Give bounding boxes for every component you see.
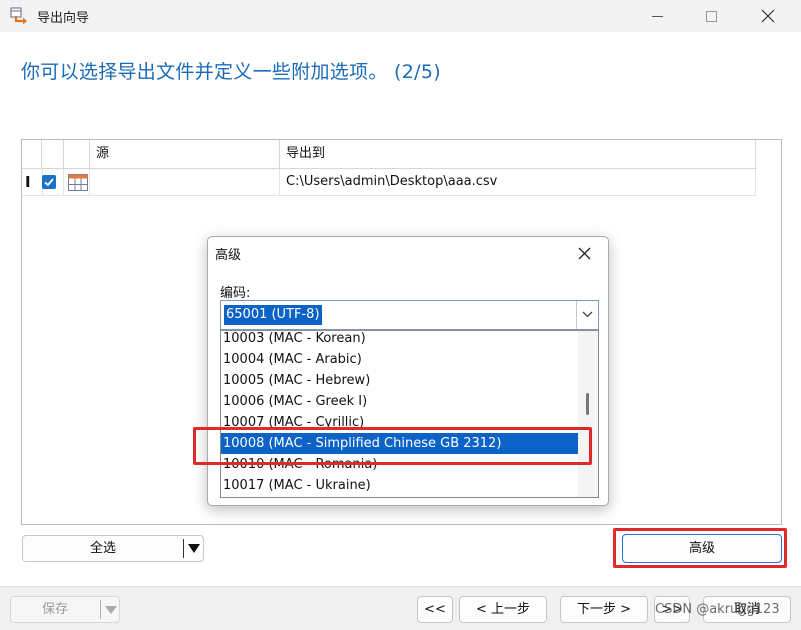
encoding-option-selected[interactable]: 10008 (MAC - Simplified Chinese GB 2312): [221, 433, 578, 454]
next-step-button[interactable]: 下一步 >: [560, 596, 648, 623]
dialog-close-button[interactable]: [578, 241, 591, 265]
source-cell[interactable]: [90, 169, 280, 195]
checkbox-header: [42, 140, 64, 168]
select-all-label: 全选: [89, 541, 116, 556]
save-button[interactable]: 保存: [10, 596, 120, 623]
scroll-thumb[interactable]: [586, 393, 589, 415]
previous-step-button[interactable]: < 上一步: [459, 596, 547, 623]
split-divider: [100, 600, 101, 619]
export-to-cell[interactable]: C:\Users\admin\Desktop\aaa.csv: [280, 169, 756, 195]
encoding-option[interactable]: 10006 (MAC - Greek I): [221, 391, 578, 412]
minimize-icon: [651, 15, 663, 17]
encoding-option[interactable]: 10010 (MAC - Romania): [221, 454, 578, 475]
maximize-icon: [705, 10, 717, 22]
encoding-label: 编码:: [220, 286, 251, 301]
encoding-value: 65001 (UTF-8): [224, 305, 322, 325]
encoding-option[interactable]: 10004 (MAC - Arabic): [221, 349, 578, 370]
page-heading: 你可以选择导出文件并定义一些附加选项。 (2/5): [21, 61, 441, 83]
first-step-button[interactable]: <<: [417, 596, 453, 623]
dropdown-arrow-icon[interactable]: [105, 606, 117, 614]
maximize-button[interactable]: [688, 0, 734, 32]
close-button[interactable]: [745, 0, 791, 32]
advanced-button[interactable]: 高级: [622, 534, 782, 563]
row-indicator-header: [22, 140, 42, 168]
close-icon: [578, 247, 591, 260]
select-all-button[interactable]: 全选: [22, 535, 204, 562]
icon-header: [64, 140, 90, 168]
close-icon: [761, 9, 775, 23]
export-wizard-icon: [10, 7, 27, 25]
dropdown-arrow-icon[interactable]: [188, 544, 200, 553]
title-bar: 导出向导: [0, 0, 801, 32]
encoding-dropdown-button[interactable]: [576, 301, 598, 329]
minimize-button[interactable]: [634, 0, 680, 32]
table-icon: [68, 174, 88, 191]
encoding-dropdown-list: 10003 (MAC - Korean) 10004 (MAC - Arabic…: [220, 330, 599, 498]
grid-header: 源 导出到: [22, 140, 756, 169]
dropdown-scrollbar[interactable]: [578, 331, 598, 497]
encoding-select[interactable]: 65001 (UTF-8): [220, 300, 599, 330]
encoding-option[interactable]: 10005 (MAC - Hebrew): [221, 370, 578, 391]
check-icon: [44, 178, 54, 187]
encoding-option[interactable]: 10017 (MAC - Ukraine): [221, 475, 578, 496]
window-title: 导出向导: [37, 11, 90, 26]
advanced-dialog: 高级 编码: 65001 (UTF-8) 10003 (MAC - Korean…: [207, 236, 609, 506]
text-cursor-icon: I: [25, 173, 31, 191]
split-divider: [183, 539, 184, 558]
encoding-option[interactable]: 10007 (MAC - Cyrillic): [221, 412, 578, 433]
dialog-title: 高级: [215, 248, 242, 263]
save-label: 保存: [41, 602, 68, 617]
source-column-header[interactable]: 源: [90, 140, 280, 168]
export-to-column-header[interactable]: 导出到: [280, 140, 756, 168]
watermark: CSDN @akrugg123: [655, 602, 780, 617]
table-row[interactable]: I C:\Users\admin\Desktop\aaa.csv: [22, 169, 756, 196]
encoding-option[interactable]: 10003 (MAC - Korean): [221, 328, 578, 349]
row-checkbox[interactable]: [42, 175, 56, 189]
chevron-down-icon: [582, 311, 593, 318]
